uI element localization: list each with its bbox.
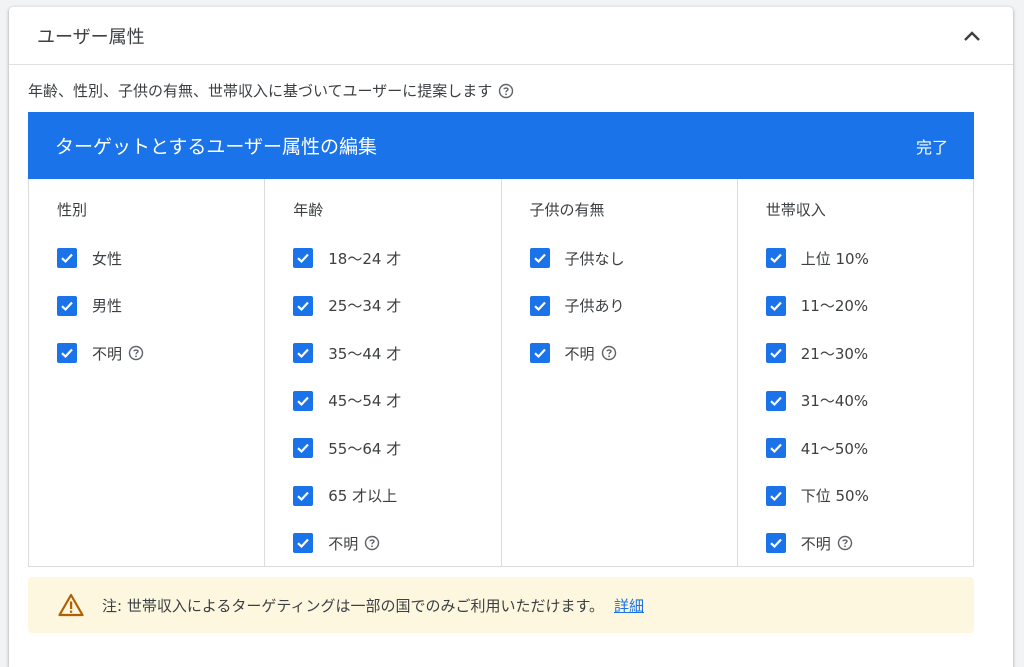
checkbox[interactable]: [57, 295, 77, 316]
option-age-6[interactable]: 不明: [293, 532, 500, 554]
checkbox[interactable]: [57, 343, 77, 363]
option-parental-1[interactable]: 子供あり: [529, 295, 737, 317]
editor-title: ターゲットとするユーザー属性の編集: [55, 136, 378, 158]
column-title: 子供の有無: [529, 201, 605, 219]
option-income-2[interactable]: 21～30%: [765, 342, 973, 364]
collapse-button[interactable]: [960, 24, 984, 48]
option-label: 11～20%: [800, 297, 869, 315]
chevron-up-icon: [964, 30, 980, 41]
option-label: 21～30%: [800, 344, 869, 363]
option-label: 女性: [92, 249, 123, 268]
checkbox[interactable]: [765, 295, 786, 316]
option-label: 上位 10%: [800, 249, 869, 268]
column-age: 年齢 18～24 才 25～34 才 35～44 才 45～54 才 55～64 才 65…: [265, 179, 502, 566]
description-text: 年齢、性別、子供の有無、世帯収入に基づいてユーザーに提案します: [28, 82, 493, 100]
options-list: 女性 男性 不明: [57, 247, 264, 364]
checkbox[interactable]: [765, 343, 786, 363]
help-icon[interactable]: [601, 345, 617, 361]
column-parental-status: 子供の有無 子供なし子供あり不明: [502, 179, 738, 566]
option-age-3[interactable]: 45～54 才: [293, 390, 500, 412]
option-label: 31～40%: [800, 392, 869, 410]
option-income-0[interactable]: 上位 10%: [765, 247, 973, 269]
option-label: 41～50%: [800, 439, 869, 458]
option-gender-2[interactable]: 不明: [57, 342, 264, 364]
details-link[interactable]: 詳細: [614, 595, 644, 616]
options-list: 上位 10% 11～20% 21～30% 31～40% 41～50% 下位 50% 不明: [765, 247, 973, 554]
section-description: 年齢、性別、子供の有無、世帯収入に基づいてユーザーに提案します: [28, 80, 514, 101]
column-household-income: 世帯収入 上位 10% 11～20% 21～30% 31～40% 41～50% 下位 50…: [738, 179, 973, 566]
checkbox[interactable]: [293, 248, 314, 268]
option-label: 18～24 才: [328, 249, 402, 268]
checkbox[interactable]: [293, 533, 314, 553]
option-label: 子供あり: [564, 297, 625, 315]
demographics-columns: 性別 女性男性不明 年齢 18～24 才 25～34 才 35～44 才 45～54 …: [28, 179, 974, 567]
column-title: 世帯収入: [765, 201, 826, 219]
option-label: 子供なし: [564, 249, 625, 268]
option-label: 男性: [92, 297, 123, 315]
option-age-4[interactable]: 55～64 才: [293, 437, 500, 459]
card-header: ユーザー属性: [9, 7, 1013, 65]
option-label: 25～34 才: [328, 297, 402, 315]
card-title: ユーザー属性: [37, 26, 145, 48]
option-income-3[interactable]: 31～40%: [765, 390, 973, 412]
help-icon[interactable]: [364, 535, 380, 551]
checkbox[interactable]: [293, 295, 314, 316]
checkbox[interactable]: [57, 248, 77, 268]
help-icon[interactable]: [837, 535, 853, 551]
option-label: 不明: [564, 344, 595, 363]
editor-header: ターゲットとするユーザー属性の編集 完了: [28, 112, 974, 179]
option-income-4[interactable]: 41～50%: [765, 437, 973, 459]
option-parental-2[interactable]: 不明: [529, 342, 737, 364]
column-title: 性別: [57, 201, 88, 219]
option-label: 35～44 才: [328, 344, 402, 363]
option-income-6[interactable]: 不明: [765, 532, 973, 554]
option-label: 65 才以上: [328, 487, 398, 505]
checkbox[interactable]: [293, 390, 314, 411]
option-age-1[interactable]: 25～34 才: [293, 295, 500, 317]
option-income-1[interactable]: 11～20%: [765, 295, 973, 317]
warning-icon: [58, 593, 84, 617]
checkbox[interactable]: [765, 485, 786, 506]
checkbox[interactable]: [529, 295, 550, 316]
checkbox[interactable]: [765, 390, 786, 411]
checkbox[interactable]: [765, 438, 786, 458]
income-notice: 注: 世帯収入によるターゲティングは一部の国でのみご利用いただけます。 詳細: [28, 577, 974, 633]
option-gender-0[interactable]: 女性: [57, 247, 264, 269]
column-title: 年齢: [293, 201, 324, 219]
checkbox[interactable]: [765, 248, 786, 268]
option-age-5[interactable]: 65 才以上: [293, 485, 500, 507]
column-gender: 性別 女性男性不明: [29, 179, 266, 566]
option-label: 不明: [92, 344, 123, 363]
demographics-editor: ターゲットとするユーザー属性の編集 完了 性別 女性男性不明 年齢 18～24 …: [28, 112, 974, 567]
options-list: 18～24 才 25～34 才 35～44 才 45～54 才 55～64 才 65 才以…: [293, 247, 500, 554]
option-label: 55～64 才: [328, 439, 402, 458]
option-label: 不明: [800, 534, 831, 553]
option-gender-1[interactable]: 男性: [57, 295, 264, 317]
checkbox[interactable]: [293, 438, 314, 458]
checkbox[interactable]: [293, 343, 314, 363]
options-list: 子供なし子供あり不明: [529, 247, 737, 364]
help-icon[interactable]: [498, 83, 514, 99]
option-label: 不明: [328, 534, 359, 553]
option-age-0[interactable]: 18～24 才: [293, 247, 500, 269]
option-parental-0[interactable]: 子供なし: [529, 247, 737, 269]
checkbox[interactable]: [293, 485, 314, 506]
checkbox[interactable]: [529, 343, 550, 363]
checkbox[interactable]: [529, 248, 550, 268]
done-button[interactable]: 完了: [916, 134, 948, 158]
option-label: 下位 50%: [800, 487, 869, 505]
notice-text: 注: 世帯収入によるターゲティングは一部の国でのみご利用いただけます。: [102, 596, 604, 615]
checkbox[interactable]: [765, 533, 786, 553]
option-label: 45～54 才: [328, 392, 402, 410]
help-icon[interactable]: [128, 345, 144, 361]
option-age-2[interactable]: 35～44 才: [293, 342, 500, 364]
option-income-5[interactable]: 下位 50%: [765, 485, 973, 507]
